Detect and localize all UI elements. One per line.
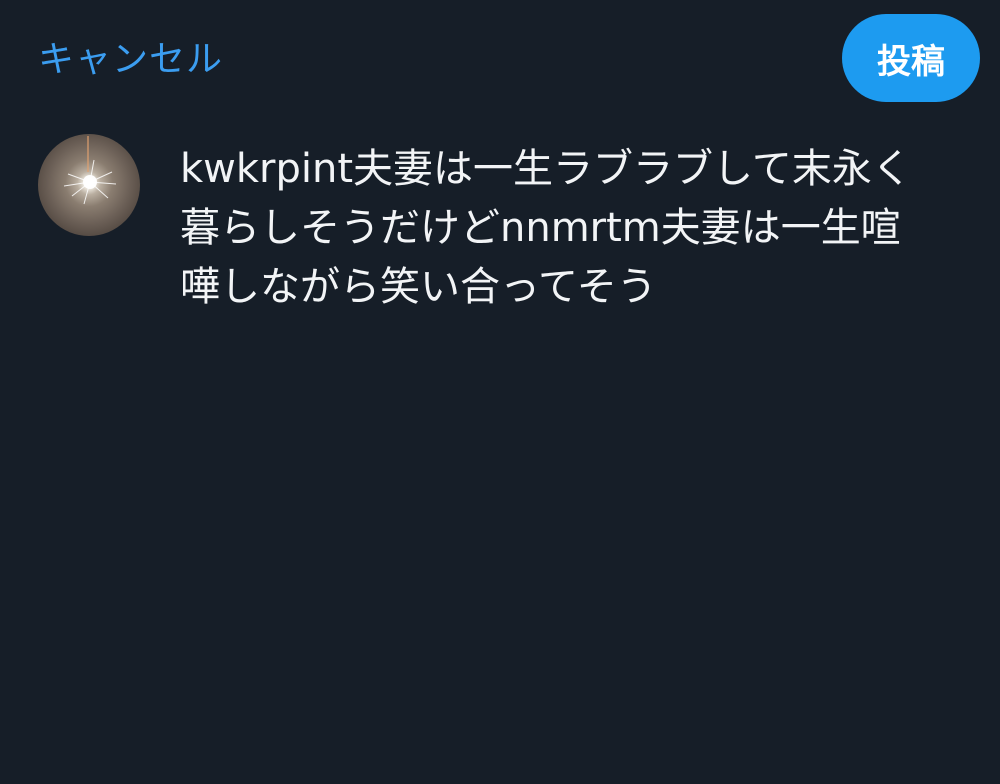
compose-screen: キャンセル 投稿 kwkrpint夫妻は一生ラブラブして末永く 暮らしそうだけど… <box>0 0 1000 784</box>
tweet-text-input[interactable]: kwkrpint夫妻は一生ラブラブして末永く 暮らしそうだけどnnmrtm夫妻は… <box>180 140 950 317</box>
avatar[interactable] <box>38 134 140 236</box>
sparkler-image <box>63 136 117 205</box>
cancel-button[interactable]: キャンセル <box>38 36 223 84</box>
post-button[interactable]: 投稿 <box>842 14 980 102</box>
